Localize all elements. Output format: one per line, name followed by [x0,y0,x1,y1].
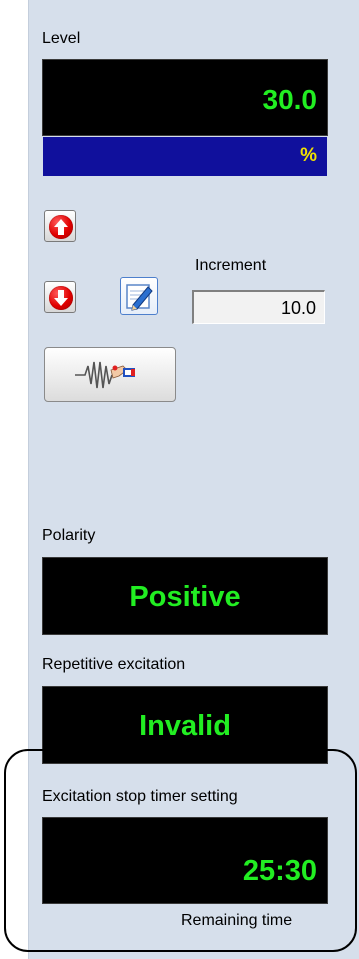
timer-value: 25:30 [242,855,317,887]
remaining-time-label: Remaining time [181,912,293,929]
level-display: 30.0 % [42,59,328,176]
level-down-button[interactable] [44,281,76,313]
edit-level-button[interactable] [120,277,158,315]
timer-display: 25:30 [42,817,328,904]
red-down-arrow-icon [49,286,73,310]
pencil-edit-icon [126,284,153,311]
repetitive-excitation-label: Repetitive excitation [42,656,186,673]
polarity-display: Positive [42,557,328,635]
waveform-hand-icon [75,361,135,389]
level-unit-bar: % [43,137,327,176]
level-up-button[interactable] [44,210,76,242]
increment-label: Increment [195,257,267,274]
waveform-excitation-button[interactable] [44,347,176,402]
red-up-arrow-icon [49,215,73,239]
increment-input[interactable]: 10.0 [192,290,325,324]
repetitive-excitation-value: Invalid [139,710,231,742]
polarity-label: Polarity [42,527,96,544]
level-unit: % [300,145,317,166]
level-value: 30.0 [262,84,318,115]
timer-label: Excitation stop timer setting [42,788,238,805]
polarity-value: Positive [129,581,241,613]
level-label: Level [42,30,81,47]
